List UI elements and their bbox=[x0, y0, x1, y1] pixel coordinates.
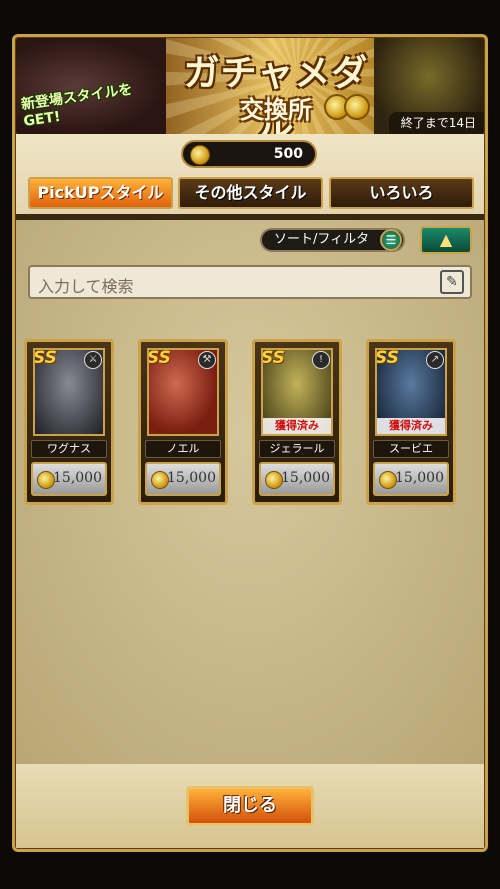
owned-badge: 獲得済み bbox=[263, 418, 331, 434]
style-card[interactable]: SS ⚔ ワグナス 15,000 bbox=[24, 339, 114, 505]
style-card[interactable]: SS ⚒ ノエル 15,000 bbox=[138, 339, 228, 505]
medal-balance: 500 bbox=[181, 140, 317, 168]
close-button[interactable]: 閉じる bbox=[186, 786, 314, 826]
exchange-price-button[interactable]: 15,000 bbox=[31, 462, 107, 496]
price-value: 15,000 bbox=[395, 470, 444, 486]
price-value: 15,000 bbox=[53, 470, 102, 486]
price-value: 15,000 bbox=[167, 470, 216, 486]
character-name: ノエル bbox=[145, 440, 221, 458]
tab-pickup-style[interactable]: PickUPスタイル bbox=[28, 177, 173, 209]
filter-menu-icon[interactable]: ☰ bbox=[380, 229, 402, 251]
search-placeholder: 入力して検索 bbox=[38, 277, 134, 296]
rank-badge: SS bbox=[375, 348, 399, 368]
price-value: 15,000 bbox=[281, 470, 330, 486]
character-portrait[interactable]: SS ! 獲得済み bbox=[261, 348, 333, 436]
rank-badge: SS bbox=[33, 348, 57, 368]
sword-icon: ⚔ bbox=[84, 351, 102, 369]
banner-subtitle: 交換所 bbox=[240, 96, 312, 124]
character-name: スービエ bbox=[373, 440, 449, 458]
rank-badge: SS bbox=[261, 348, 285, 368]
tab-other-style[interactable]: その他スタイル bbox=[178, 177, 323, 209]
great-sword-icon: ⚒ bbox=[198, 351, 216, 369]
edit-icon[interactable]: ✎ bbox=[440, 270, 464, 294]
spear-icon: ↗ bbox=[426, 351, 444, 369]
event-period: 終了まで14日 bbox=[388, 112, 484, 134]
owned-badge: 獲得済み bbox=[377, 418, 445, 434]
triangle-up-icon: ▲ bbox=[439, 230, 453, 249]
dagger-icon: ! bbox=[312, 351, 330, 369]
medal-coins-icon bbox=[324, 94, 370, 124]
exchange-price-button[interactable]: 15,000 bbox=[373, 462, 449, 496]
rank-badge: SS bbox=[147, 348, 171, 368]
content-divider bbox=[16, 214, 484, 220]
exchange-price-button[interactable]: 15,000 bbox=[259, 462, 335, 496]
style-card[interactable]: SS ! 獲得済み ジェラール 15,000 bbox=[252, 339, 342, 505]
medal-coin-icon bbox=[190, 145, 210, 165]
style-card[interactable]: SS ↗ 獲得済み スービエ 15,000 bbox=[366, 339, 456, 505]
search-input[interactable]: 入力して検索 ✎ bbox=[28, 265, 472, 299]
character-portrait[interactable]: SS ↗ 獲得済み bbox=[375, 348, 447, 436]
exchange-price-button[interactable]: 15,000 bbox=[145, 462, 221, 496]
medal-count: 500 bbox=[273, 146, 303, 162]
sort-filter-label: ソート/フィルタ bbox=[274, 232, 370, 247]
collapse-button[interactable]: ▲ bbox=[420, 226, 472, 254]
character-portrait[interactable]: SS ⚒ bbox=[147, 348, 219, 436]
character-name: ジェラール bbox=[259, 440, 335, 458]
character-name: ワグナス bbox=[31, 440, 107, 458]
tab-misc[interactable]: いろいろ bbox=[329, 177, 474, 209]
character-portrait[interactable]: SS ⚔ bbox=[33, 348, 105, 436]
